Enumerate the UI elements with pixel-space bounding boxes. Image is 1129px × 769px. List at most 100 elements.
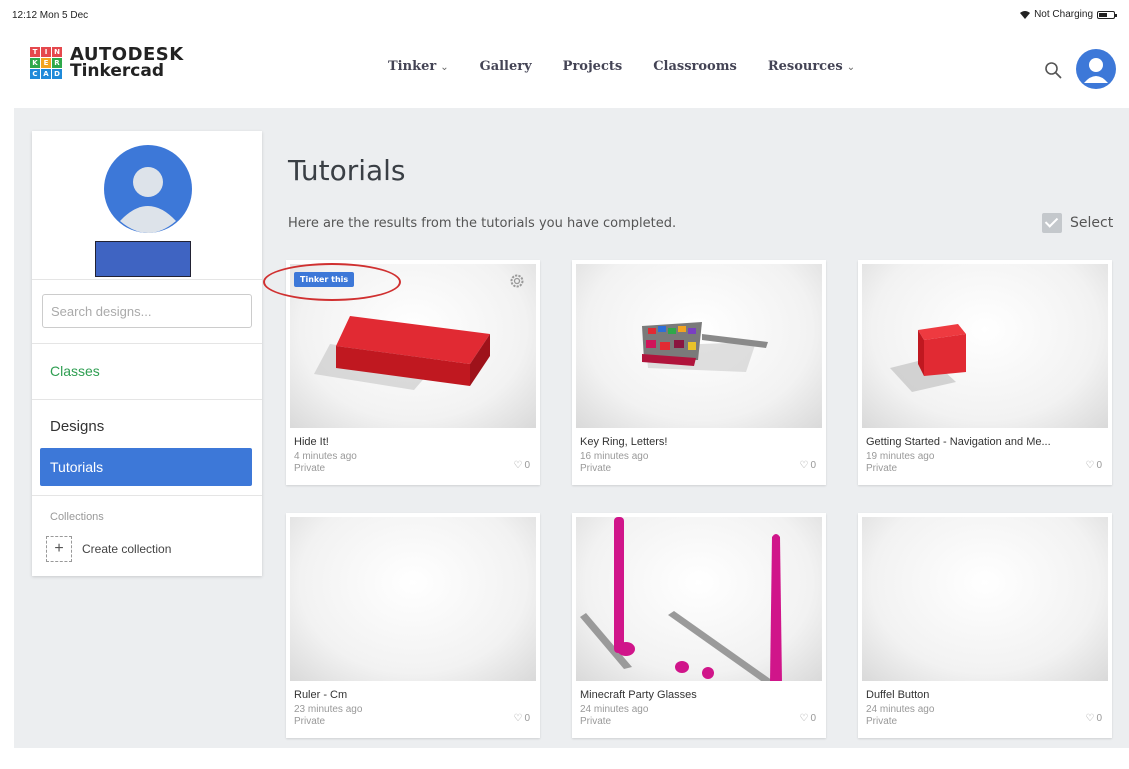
design-time: 23 minutes ago <box>294 704 363 715</box>
create-collection-label: Create collection <box>82 542 172 556</box>
logo-letter: N <box>52 47 62 57</box>
redacted-username <box>95 241 191 277</box>
battery-icon <box>1097 10 1117 19</box>
design-card[interactable]: Minecraft Party Glasses 24 minutes ago P… <box>572 513 826 738</box>
design-card[interactable]: Ruler - Cm 23 minutes ago Private ♡ 0 <box>286 513 540 738</box>
profile-avatar-icon <box>104 145 192 233</box>
nav-gallery[interactable]: Gallery <box>480 59 532 74</box>
status-time: 12:12 Mon 5 Dec <box>12 10 89 21</box>
design-card[interactable]: Getting Started - Navigation and Me... 1… <box>858 260 1112 485</box>
design-name[interactable]: Duffel Button <box>866 689 1096 701</box>
select-toggle[interactable]: Select <box>1042 213 1113 233</box>
brand-line2: Tinkercad <box>70 61 165 81</box>
heart-icon: ♡ <box>1085 460 1095 471</box>
keyring-letters-model <box>642 322 768 372</box>
like-number: 0 <box>524 460 530 471</box>
design-privacy: Private <box>866 716 898 727</box>
nav-label: Tinker <box>388 59 437 74</box>
battery-text: Not Charging <box>1034 9 1093 20</box>
divider <box>32 343 262 344</box>
sidebar-item-classes[interactable]: Classes <box>50 363 100 379</box>
tinkercad-logo[interactable]: T I N K E R C A D AUTODESK Tinkercad <box>30 46 184 80</box>
design-card[interactable]: Duffel Button 24 minutes ago Private ♡ 0 <box>858 513 1112 738</box>
logo-letter: R <box>52 58 62 68</box>
logo-letter: K <box>30 58 40 68</box>
select-label: Select <box>1070 215 1114 231</box>
sidebar: Classes Designs Tutorials Collections + … <box>32 131 262 576</box>
select-checkbox[interactable] <box>1042 213 1062 233</box>
design-time: 24 minutes ago <box>866 704 935 715</box>
heart-icon: ♡ <box>1085 713 1095 724</box>
sidebar-item-label: Tutorials <box>50 459 104 475</box>
design-privacy: Private <box>294 716 326 727</box>
like-count[interactable]: ♡ 0 <box>513 460 530 471</box>
design-thumbnail[interactable] <box>862 264 1108 428</box>
like-count[interactable]: ♡ 0 <box>1085 713 1102 724</box>
search-icon[interactable] <box>1044 61 1062 79</box>
design-privacy: Private <box>580 463 612 474</box>
like-number: 0 <box>1096 460 1102 471</box>
like-count[interactable]: ♡ 0 <box>799 460 816 471</box>
nav-label: Resources <box>767 59 843 74</box>
heart-icon: ♡ <box>799 713 809 724</box>
plus-icon: + <box>46 536 72 562</box>
party-glasses-model <box>580 517 782 681</box>
chevron-down-icon: ⌄ <box>440 62 449 73</box>
logo-letter: E <box>41 58 51 68</box>
nav-resources[interactable]: Resources ⌄ <box>768 59 855 74</box>
heart-icon: ♡ <box>513 460 523 471</box>
wifi-icon <box>1020 10 1031 19</box>
logo-text: AUTODESK Tinkercad <box>70 46 184 80</box>
like-count[interactable]: ♡ 0 <box>513 713 530 724</box>
design-name[interactable]: Hide It! <box>294 436 524 448</box>
design-thumbnail[interactable] <box>576 264 822 428</box>
sidebar-item-tutorials[interactable]: Tutorials <box>40 448 252 486</box>
design-thumbnail[interactable] <box>576 517 822 681</box>
heart-icon: ♡ <box>799 460 809 471</box>
gear-icon[interactable] <box>508 272 526 290</box>
sidebar-item-designs[interactable]: Designs <box>50 418 104 435</box>
like-count[interactable]: ♡ 0 <box>799 713 816 724</box>
like-count[interactable]: ♡ 0 <box>1085 460 1102 471</box>
nav-tinker[interactable]: Tinker ⌄ <box>388 59 449 74</box>
main-nav: Tinker ⌄ Gallery Projects Classrooms Reso… <box>388 59 855 74</box>
annotation-circle <box>263 263 401 301</box>
status-bar: 12:12 Mon 5 Dec Not Charging <box>0 0 1129 28</box>
like-number: 0 <box>524 713 530 724</box>
design-time: 4 minutes ago <box>294 451 357 462</box>
logo-letter: T <box>30 47 40 57</box>
design-name[interactable]: Getting Started - Navigation and Me... <box>866 436 1096 448</box>
divider <box>32 495 262 496</box>
design-name[interactable]: Ruler - Cm <box>294 689 524 701</box>
design-time: 19 minutes ago <box>866 451 935 462</box>
design-privacy: Private <box>294 463 326 474</box>
divider <box>32 399 262 400</box>
collections-heading: Collections <box>50 511 104 523</box>
like-number: 0 <box>810 713 816 724</box>
nav-projects[interactable]: Projects <box>563 59 623 74</box>
logo-letter: I <box>41 47 51 57</box>
logo-letter: D <box>52 69 62 79</box>
nav-classrooms[interactable]: Classrooms <box>653 59 737 74</box>
design-thumbnail[interactable] <box>290 517 536 681</box>
design-time: 16 minutes ago <box>580 451 649 462</box>
heart-icon: ♡ <box>513 713 523 724</box>
design-privacy: Private <box>866 463 898 474</box>
chevron-down-icon: ⌄ <box>846 62 856 73</box>
battery-status: Not Charging <box>1020 9 1117 20</box>
divider <box>32 279 262 280</box>
design-name[interactable]: Key Ring, Letters! <box>580 436 810 448</box>
like-number: 0 <box>1096 713 1102 724</box>
user-avatar-icon[interactable] <box>1076 49 1116 89</box>
create-collection-button[interactable]: + Create collection <box>46 536 171 562</box>
search-designs-input[interactable] <box>42 294 252 328</box>
like-number: 0 <box>810 460 816 471</box>
red-cube-model <box>890 324 966 392</box>
design-time: 24 minutes ago <box>580 704 649 715</box>
logo-letter: C <box>30 69 40 79</box>
design-card[interactable]: Key Ring, Letters! 16 minutes ago Privat… <box>572 260 826 485</box>
design-name[interactable]: Minecraft Party Glasses <box>580 689 810 701</box>
design-thumbnail[interactable] <box>862 517 1108 681</box>
top-nav: T I N K E R C A D AUTODESK Tinkercad Tin… <box>0 28 1129 108</box>
page-subtitle: Here are the results from the tutorials … <box>288 216 677 231</box>
